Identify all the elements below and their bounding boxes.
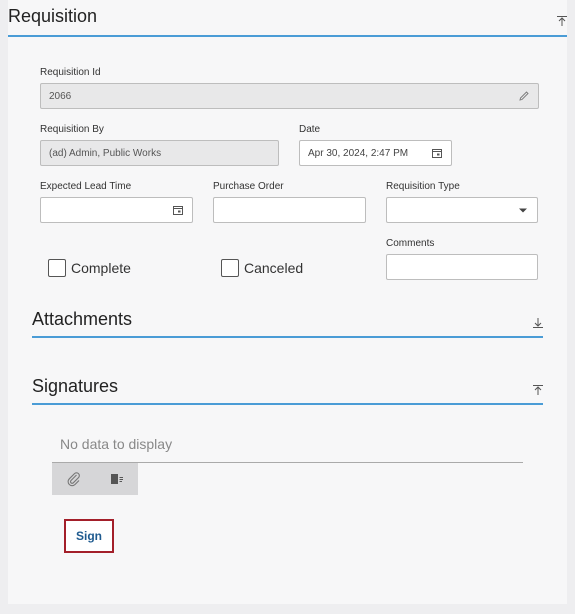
date-label: Date bbox=[299, 124, 321, 135]
complete-checkbox-box[interactable] bbox=[48, 259, 66, 277]
purchase-order-label: Purchase Order bbox=[213, 181, 284, 192]
requisition-panel: Requisition Requisition Id 2066 Requisit… bbox=[8, 0, 567, 604]
page-background: Requisition Requisition Id 2066 Requisit… bbox=[0, 0, 575, 614]
purchase-order-field[interactable] bbox=[213, 197, 366, 223]
requisition-title: Requisition bbox=[8, 6, 98, 26]
attachments-header[interactable]: Attachments bbox=[32, 305, 543, 338]
complete-label: Complete bbox=[71, 260, 131, 276]
complete-checkbox[interactable]: Complete bbox=[48, 259, 131, 277]
requisition-id-value: 2066 bbox=[49, 90, 72, 102]
column-chooser-icon bbox=[110, 474, 123, 484]
pencil-icon[interactable] bbox=[518, 90, 530, 102]
paperclip-icon bbox=[67, 472, 80, 487]
expand-down-icon[interactable] bbox=[532, 317, 544, 329]
calendar-icon[interactable] bbox=[172, 204, 184, 216]
requisition-by-value: (ad) Admin, Public Works bbox=[49, 147, 162, 159]
requisition-id-label: Requisition Id bbox=[40, 67, 101, 78]
signatures-title: Signatures bbox=[32, 376, 119, 396]
requisition-id-field[interactable]: 2066 bbox=[40, 83, 539, 109]
caret-down-icon[interactable] bbox=[517, 204, 529, 216]
canceled-label: Canceled bbox=[244, 260, 304, 276]
requisition-type-label: Requisition Type bbox=[386, 181, 460, 192]
canceled-checkbox-box[interactable] bbox=[221, 259, 239, 277]
attachments-title: Attachments bbox=[32, 309, 133, 329]
lead-time-label: Expected Lead Time bbox=[40, 181, 132, 192]
collapse-up-icon[interactable] bbox=[556, 15, 568, 27]
comments-field[interactable] bbox=[386, 254, 538, 280]
collapse-up-icon[interactable] bbox=[532, 384, 544, 396]
column-chooser-button[interactable] bbox=[95, 463, 138, 495]
requisition-by-label: Requisition By bbox=[40, 124, 104, 135]
attach-button[interactable] bbox=[52, 463, 95, 495]
signatures-header[interactable]: Signatures bbox=[32, 372, 543, 405]
date-field[interactable]: Apr 30, 2024, 2:47 PM bbox=[299, 140, 452, 166]
canceled-checkbox[interactable]: Canceled bbox=[221, 259, 303, 277]
date-value: Apr 30, 2024, 2:47 PM bbox=[308, 147, 409, 159]
calendar-icon[interactable] bbox=[431, 147, 443, 159]
requisition-by-field: (ad) Admin, Public Works bbox=[40, 140, 279, 166]
requisition-header: Requisition bbox=[8, 0, 567, 37]
signatures-toolbar bbox=[52, 463, 138, 495]
sign-button[interactable]: Sign bbox=[64, 519, 114, 553]
signatures-empty-text: No data to display bbox=[60, 436, 173, 452]
requisition-type-select[interactable] bbox=[386, 197, 538, 223]
comments-label: Comments bbox=[386, 238, 435, 249]
lead-time-field[interactable] bbox=[40, 197, 193, 223]
